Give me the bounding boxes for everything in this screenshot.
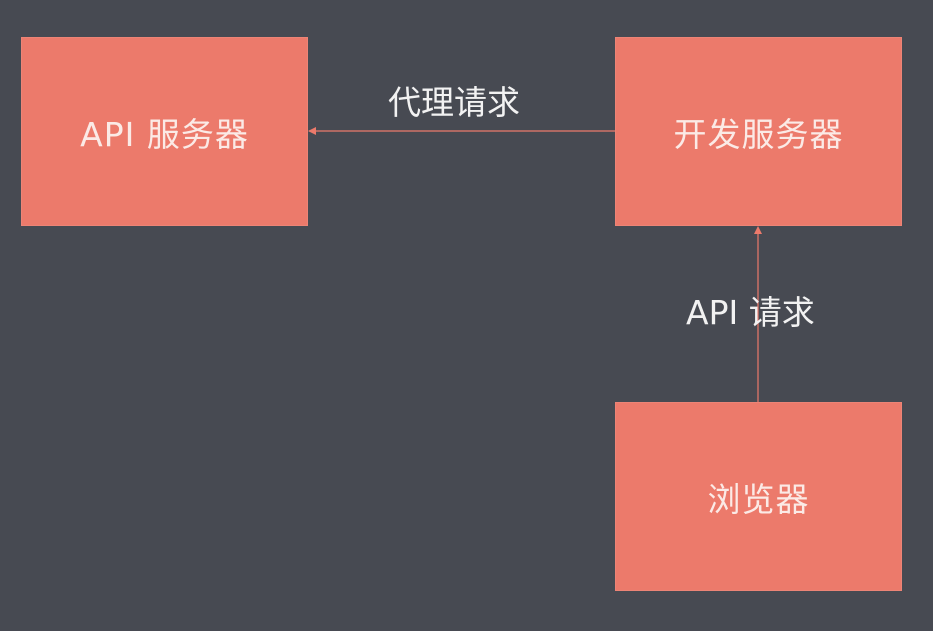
diagram-canvas: API 服务器 开发服务器 浏览器 代理请求 API 请求 — [0, 0, 933, 631]
browser-node: 浏览器 — [615, 402, 902, 591]
proxy-request-label: 代理请求 — [388, 83, 520, 122]
api-server-label: API 服务器 — [80, 114, 249, 154]
dev-server-label: 开发服务器 — [673, 114, 844, 154]
browser-label: 浏览器 — [707, 479, 810, 519]
api-server-node: API 服务器 — [21, 37, 308, 226]
dev-server-node: 开发服务器 — [615, 37, 902, 226]
api-request-label: API 请求 — [686, 293, 815, 332]
